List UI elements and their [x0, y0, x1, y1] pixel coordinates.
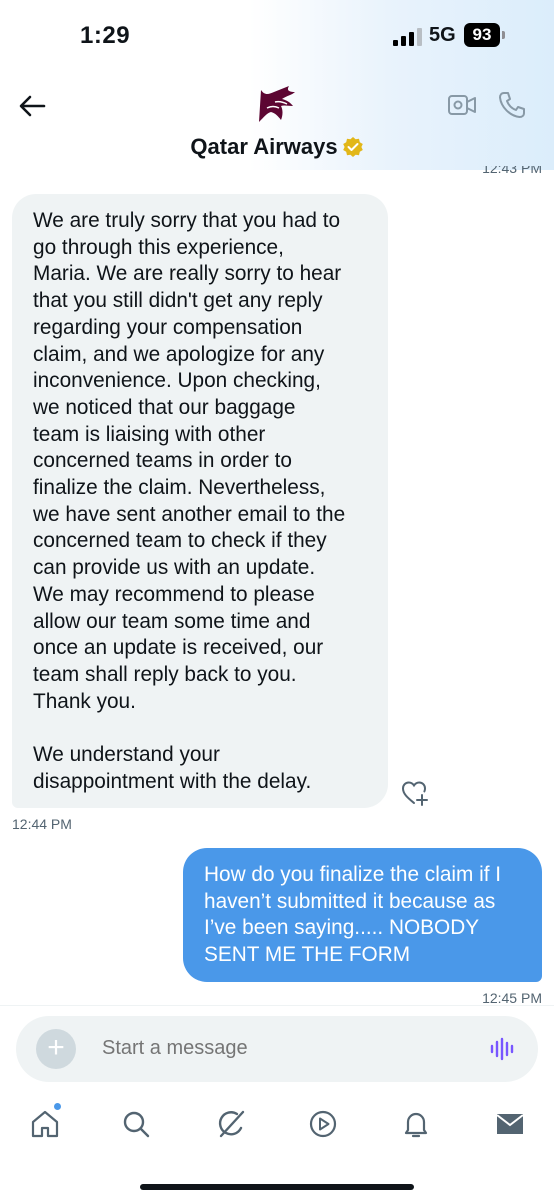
voice-message-icon[interactable]	[490, 1037, 516, 1061]
notifications-icon[interactable]	[400, 1108, 432, 1140]
outgoing-message-text: How do you finalize the claim if I haven…	[204, 863, 502, 967]
composer-divider	[0, 1005, 554, 1006]
outgoing-message-timestamp: 12:45 PM	[482, 990, 542, 1006]
status-bar: 1:29 5G 93	[0, 0, 554, 70]
message-input[interactable]	[100, 1036, 369, 1061]
search-icon[interactable]	[120, 1108, 152, 1140]
status-time: 1:29	[80, 22, 131, 49]
add-reaction-icon[interactable]	[400, 778, 430, 808]
home-notification-dot	[54, 1103, 61, 1110]
back-arrow-icon[interactable]	[16, 90, 48, 122]
battery-icon: 93	[464, 23, 500, 47]
home-indicator	[140, 1184, 414, 1190]
outgoing-message-bubble[interactable]: How do you finalize the claim if I haven…	[183, 848, 542, 982]
phone-call-icon[interactable]	[497, 90, 527, 120]
home-icon[interactable]	[29, 1108, 61, 1140]
video-icon[interactable]	[307, 1108, 339, 1140]
conversation-header: Qatar Airways	[0, 70, 554, 170]
bottom-tab-bar	[0, 1098, 554, 1158]
incoming-message-bubble[interactable]: We are truly sorry that you had to go th…	[12, 194, 388, 808]
qatar-airways-avatar[interactable]	[255, 82, 301, 128]
verified-badge-icon	[342, 137, 363, 157]
incoming-message-text: We are truly sorry that you had to go th…	[33, 209, 346, 793]
signal-icon	[393, 28, 423, 46]
video-call-icon[interactable]	[447, 92, 477, 118]
conversation-title[interactable]: Qatar Airways	[190, 134, 337, 160]
add-media-button[interactable]: +	[36, 1029, 76, 1069]
message-composer: +	[16, 1016, 538, 1082]
battery-cap	[502, 31, 505, 39]
title-row[interactable]: Qatar Airways	[0, 134, 554, 160]
network-label: 5G	[429, 24, 456, 46]
messages-icon[interactable]	[494, 1108, 526, 1140]
grok-icon[interactable]	[215, 1108, 247, 1140]
incoming-message-timestamp: 12:44 PM	[12, 816, 72, 832]
